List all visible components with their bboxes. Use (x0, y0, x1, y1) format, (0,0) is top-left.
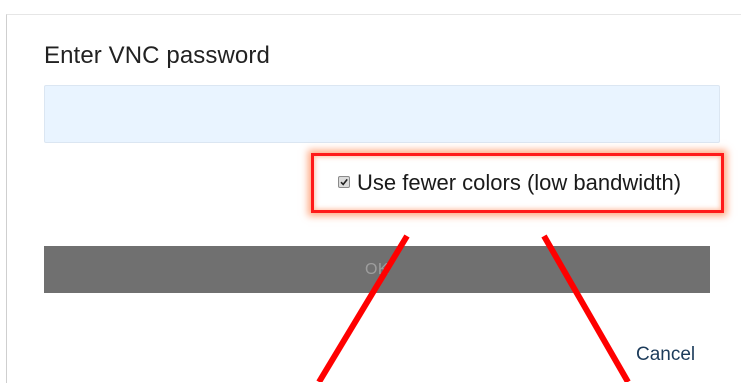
low-bandwidth-checkbox[interactable] (338, 176, 350, 188)
checkmark-icon (340, 178, 348, 186)
cancel-link[interactable]: Cancel (636, 344, 695, 366)
dialog-title: Enter VNC password (44, 42, 270, 69)
low-bandwidth-label[interactable]: Use fewer colors (low bandwidth) (357, 170, 681, 196)
password-input[interactable] (44, 85, 720, 143)
ok-button[interactable]: OK (44, 246, 710, 293)
